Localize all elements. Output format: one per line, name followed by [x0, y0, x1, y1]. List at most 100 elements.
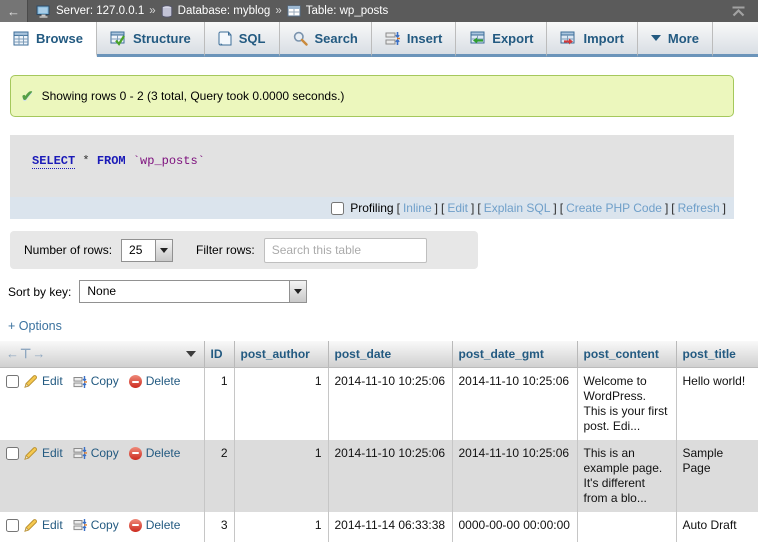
cell-post-content[interactable]	[577, 512, 676, 542]
column-pin-icon[interactable]: ⊤	[20, 346, 32, 361]
cell-post-content[interactable]: This is an example page. It's different …	[577, 440, 676, 512]
sql-table-reference: `wp_posts`	[133, 154, 205, 168]
breadcrumb-separator: »	[275, 5, 281, 17]
cell-post-date-gmt[interactable]: 2014-11-10 10:25:06	[452, 368, 577, 440]
cell-id[interactable]: 3	[204, 512, 234, 542]
tab-search[interactable]: Search	[280, 22, 372, 57]
options-toggle-link[interactable]: + Options	[8, 319, 62, 333]
column-header-post-author[interactable]: post_author	[234, 341, 328, 368]
cell-post-title[interactable]: Sample Page	[676, 440, 758, 512]
row-checkbox[interactable]	[6, 447, 19, 460]
tab-label: More	[668, 31, 699, 46]
sql-star: *	[82, 154, 89, 168]
row-checkbox[interactable]	[6, 375, 19, 388]
row-actions: Edit Copy Delete	[0, 440, 204, 512]
cell-post-author[interactable]: 1	[234, 440, 328, 512]
table-tabs: Browse Structure SQL Search Insert	[0, 22, 758, 60]
query-link-refresh[interactable]: Refresh	[678, 201, 720, 215]
cell-id[interactable]: 1	[204, 368, 234, 440]
cell-post-date-gmt[interactable]: 0000-00-00 00:00:00	[452, 512, 577, 542]
results-table: ←⊤→ ID post_author post_date post_date_g…	[0, 341, 758, 542]
cell-post-date-gmt[interactable]: 2014-11-10 10:25:06	[452, 440, 577, 512]
browse-table-icon	[13, 31, 29, 46]
cell-post-date[interactable]: 2014-11-14 06:33:38	[328, 512, 452, 542]
sql-keyword-select[interactable]: SELECT	[32, 154, 75, 169]
tab-export[interactable]: Export	[456, 22, 547, 57]
edit-row-link[interactable]: Edit	[42, 374, 63, 389]
breadcrumb-server[interactable]: Server: 127.0.0.1	[56, 5, 144, 17]
search-icon	[293, 31, 308, 46]
tab-browse[interactable]: Browse	[0, 22, 97, 57]
table-row: Edit Copy Delete 3 1 2014-11-14 06:33:38…	[0, 512, 758, 542]
tab-more[interactable]: More	[638, 22, 713, 57]
collapse-top-icon[interactable]	[731, 6, 746, 17]
query-link-inline[interactable]: Inline	[403, 201, 432, 215]
column-header-id[interactable]: ID	[204, 341, 234, 368]
tab-label: SQL	[239, 31, 266, 46]
copy-row-link[interactable]: Copy	[91, 518, 119, 533]
export-icon	[469, 31, 485, 46]
sort-by-key-select[interactable]: None	[79, 280, 307, 303]
select-arrow-icon	[289, 281, 306, 302]
cell-post-date[interactable]: 2014-11-10 10:25:06	[328, 440, 452, 512]
copy-row-icon	[73, 446, 87, 460]
cell-post-title[interactable]: Auto Draft	[676, 512, 758, 542]
tab-label: Export	[492, 31, 533, 46]
column-header-post-title[interactable]: post_title	[676, 341, 758, 368]
query-link-explain-sql[interactable]: Explain SQL	[484, 201, 551, 215]
copy-row-link[interactable]: Copy	[91, 446, 119, 461]
structure-icon	[110, 31, 126, 46]
sql-query-section: SELECT * FROM `wp_posts` Profiling [ Inl…	[10, 135, 734, 219]
move-columns-left-icon[interactable]: ←	[6, 346, 20, 361]
cell-post-content[interactable]: Welcome to WordPress. This is your first…	[577, 368, 676, 440]
edit-pencil-icon	[23, 446, 38, 461]
bracket: ]	[553, 201, 556, 215]
table-row: Edit Copy Delete 1 1 2014-11-10 10:25:06…	[0, 368, 758, 440]
tab-sql[interactable]: SQL	[205, 22, 280, 57]
delete-row-icon	[129, 519, 142, 532]
number-of-rows-select[interactable]: 25	[121, 239, 173, 262]
cell-id[interactable]: 2	[204, 440, 234, 512]
breadcrumb: Server: 127.0.0.1 » Database: myblog » T…	[36, 5, 731, 18]
tab-insert[interactable]: Insert	[372, 22, 456, 57]
query-link-edit[interactable]: Edit	[447, 201, 468, 215]
tab-import[interactable]: Import	[547, 22, 637, 57]
tab-label: Search	[315, 31, 358, 46]
column-header-post-date-gmt[interactable]: post_date_gmt	[452, 341, 577, 368]
delete-row-link[interactable]: Delete	[146, 374, 181, 389]
sort-dropdown-icon[interactable]	[186, 351, 196, 357]
tabbar-filler	[713, 22, 758, 57]
column-header-post-date[interactable]: post_date	[328, 341, 452, 368]
column-header-post-content[interactable]: post_content	[577, 341, 676, 368]
success-check-icon: ✔	[21, 87, 34, 105]
breadcrumb-database[interactable]: Database: myblog	[178, 5, 271, 17]
cell-post-title[interactable]: Hello world!	[676, 368, 758, 440]
sql-keyword-from: FROM	[97, 154, 126, 168]
tab-label: Structure	[133, 31, 191, 46]
cell-post-author[interactable]: 1	[234, 512, 328, 542]
filter-rows-input[interactable]	[264, 238, 427, 263]
delete-row-link[interactable]: Delete	[146, 518, 181, 533]
back-arrow-icon: ←	[7, 4, 20, 19]
row-checkbox[interactable]	[6, 519, 19, 532]
edit-row-link[interactable]: Edit	[42, 446, 63, 461]
breadcrumb-table[interactable]: Table: wp_posts	[306, 5, 388, 17]
delete-row-link[interactable]: Delete	[146, 446, 181, 461]
number-of-rows-value: 25	[122, 240, 150, 261]
breadcrumb-separator: »	[149, 5, 155, 17]
tab-structure[interactable]: Structure	[97, 22, 205, 57]
result-message: ✔ Showing rows 0 - 2 (3 total, Query too…	[10, 75, 734, 117]
profiling-checkbox[interactable]	[331, 202, 344, 215]
cell-post-author[interactable]: 1	[234, 368, 328, 440]
copy-row-link[interactable]: Copy	[91, 374, 119, 389]
edit-pencil-icon	[23, 374, 38, 389]
cell-post-date[interactable]: 2014-11-10 10:25:06	[328, 368, 452, 440]
result-message-text: Showing rows 0 - 2 (3 total, Query took …	[42, 89, 345, 103]
copy-row-icon	[73, 375, 87, 389]
back-arrow-button[interactable]: ←	[0, 0, 28, 22]
bracket: ]	[435, 201, 438, 215]
row-actions: Edit Copy Delete	[0, 368, 204, 440]
query-link-create-php-code[interactable]: Create PHP Code	[566, 201, 662, 215]
move-columns-right-icon[interactable]: →	[32, 346, 46, 361]
edit-row-link[interactable]: Edit	[42, 518, 63, 533]
